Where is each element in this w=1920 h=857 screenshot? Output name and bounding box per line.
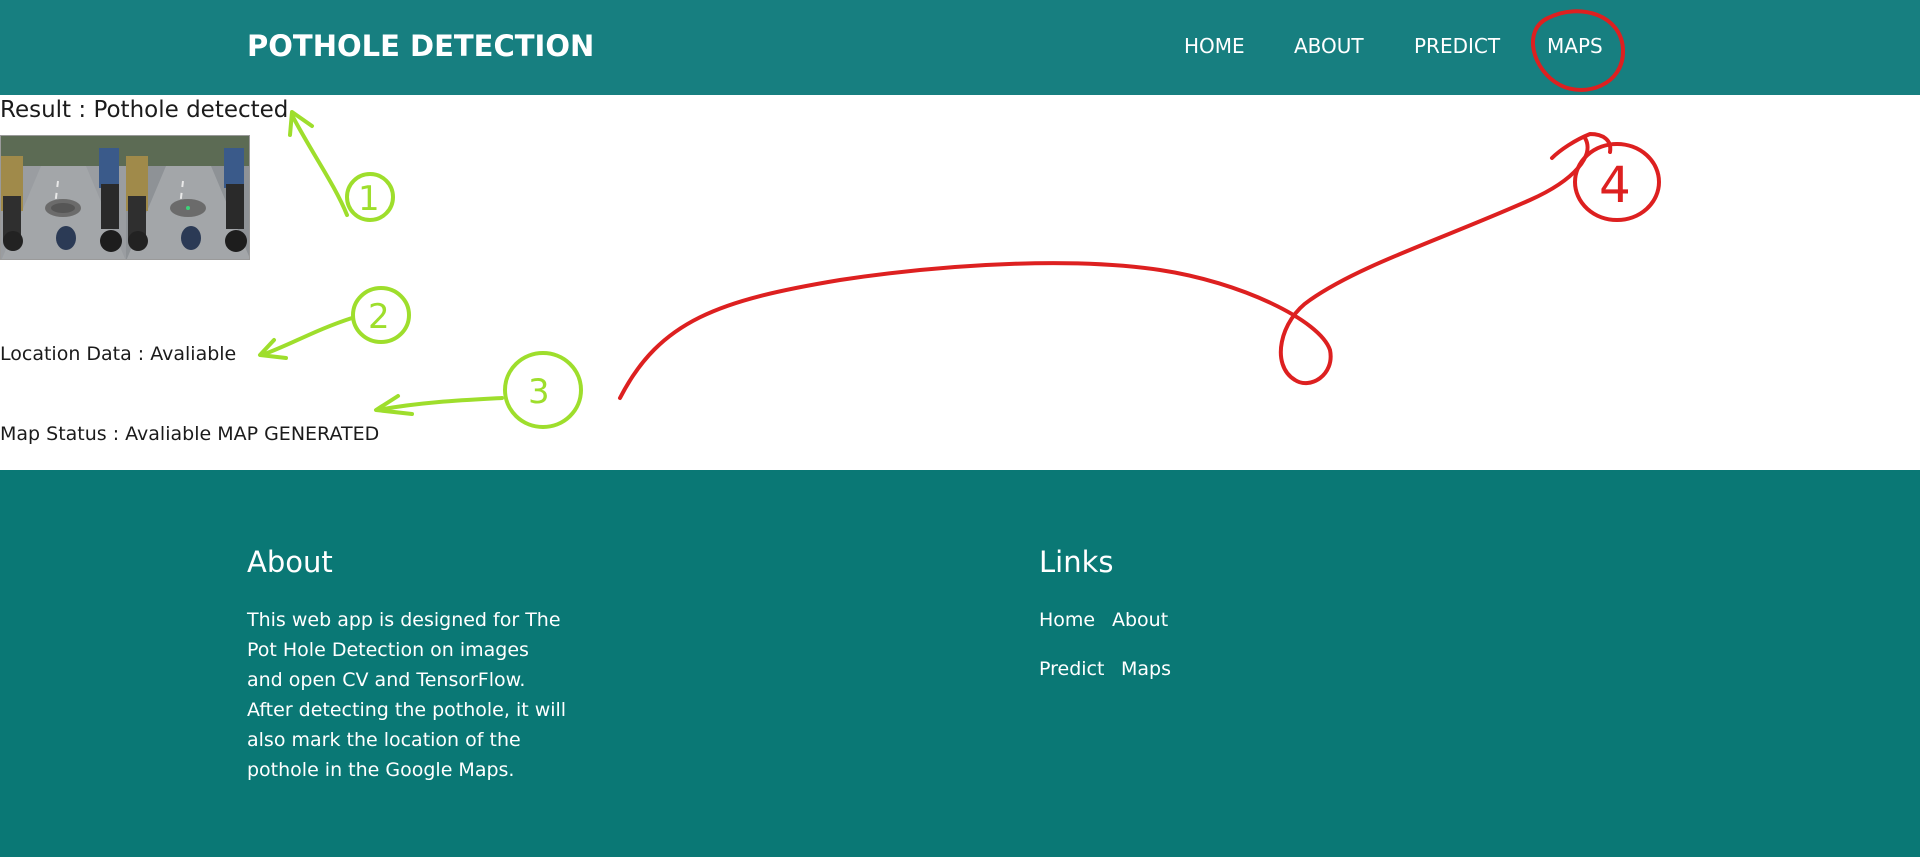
nav-link-about[interactable]: ABOUT <box>1294 34 1364 58</box>
nav-link-maps[interactable]: MAPS <box>1547 34 1603 58</box>
footer-link-about[interactable]: About <box>1112 609 1168 631</box>
footer-about-heading: About <box>247 545 333 579</box>
footer-about-text: This web app is designed for The Pot Hol… <box>247 609 567 781</box>
nav-link-home[interactable]: HOME <box>1184 34 1245 58</box>
result-image <box>0 135 250 260</box>
road-frame-right <box>126 136 249 259</box>
nav-link-predict[interactable]: PREDICT <box>1414 34 1500 58</box>
navbar: POTHOLE DETECTION HOME ABOUT PREDICT MAP… <box>0 0 1920 95</box>
footer-link-predict[interactable]: Predict <box>1039 658 1104 680</box>
road-frame-left <box>1 136 126 259</box>
location-data-label: Location Data : Avaliable <box>0 343 237 365</box>
map-status-label: Map Status : Avaliable MAP GENERATED <box>0 423 380 445</box>
main-content <box>0 95 1920 470</box>
result-label: Result : Pothole detected <box>0 97 289 123</box>
footer-links-heading: Links <box>1039 545 1114 579</box>
footer-link-home[interactable]: Home <box>1039 609 1095 631</box>
footer-link-maps[interactable]: Maps <box>1121 658 1171 680</box>
brand-title[interactable]: POTHOLE DETECTION <box>247 29 594 63</box>
